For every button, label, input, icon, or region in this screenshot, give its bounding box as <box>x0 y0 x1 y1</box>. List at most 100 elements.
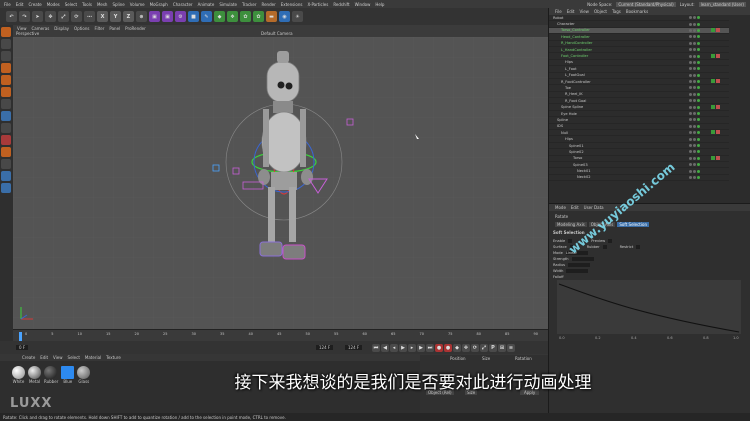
am-menu-edit[interactable]: Edit <box>571 205 579 210</box>
cube-icon[interactable]: ■ <box>188 11 199 22</box>
menu-window[interactable]: Window <box>355 2 371 7</box>
material-white[interactable]: White <box>12 366 25 384</box>
viewport-menu-cameras[interactable]: Cameras <box>32 26 50 31</box>
render-picture-viewer-icon[interactable]: ▣ <box>162 11 173 22</box>
floor-icon[interactable]: ▬ <box>266 11 277 22</box>
material-glass[interactable]: Glass <box>77 366 91 384</box>
pla-key-icon[interactable]: ⊞ <box>498 344 506 352</box>
tag-icons[interactable] <box>711 155 729 161</box>
pen-icon[interactable]: ✎ <box>201 11 212 22</box>
visibility-flags[interactable] <box>689 99 711 103</box>
om-menu-object[interactable]: Object <box>594 9 607 14</box>
visibility-flags[interactable] <box>689 35 711 39</box>
menu-help[interactable]: Help <box>375 2 384 7</box>
material-blue[interactable]: Blue <box>61 366 75 384</box>
snap-icon[interactable] <box>1 147 11 157</box>
edges-mode-icon[interactable] <box>1 75 11 85</box>
workplane-icon[interactable] <box>1 159 11 169</box>
material-menu-create[interactable]: Create <box>22 355 35 360</box>
viewport-menu-options[interactable]: Options <box>74 26 89 31</box>
cloner-icon[interactable]: ✿ <box>240 11 251 22</box>
next-key-icon[interactable]: ▶ <box>417 344 425 352</box>
tab-soft-selection[interactable]: Soft Selection <box>617 222 649 227</box>
menu-mograph[interactable]: MoGraph <box>150 2 168 7</box>
material-menu-texture[interactable]: Texture <box>106 355 121 360</box>
lock-y-button[interactable]: Y <box>110 11 121 22</box>
object-row[interactable]: Neck02 <box>549 175 729 182</box>
layout-select[interactable]: learn_standard (User) <box>698 1 746 7</box>
keyframe-selection-icon[interactable]: ◆ <box>453 344 461 352</box>
visibility-flags[interactable] <box>689 80 711 84</box>
material-menu-select[interactable]: Select <box>68 355 80 360</box>
3d-viewport[interactable] <box>13 37 548 329</box>
uv-mode-icon[interactable] <box>1 99 11 109</box>
visibility-flags[interactable] <box>689 175 711 179</box>
menu-simulate[interactable]: Simulate <box>219 2 237 7</box>
timeline-end-field[interactable]: 124 F <box>345 345 363 350</box>
rubber-checkbox[interactable] <box>602 245 607 249</box>
visibility-flags[interactable] <box>689 73 711 77</box>
lock-z-button[interactable]: Z <box>123 11 134 22</box>
menu-extensions[interactable]: Extensions <box>281 2 303 7</box>
material-menu-view[interactable]: View <box>53 355 63 360</box>
om-menu-edit[interactable]: Edit <box>567 9 575 14</box>
falloff-graph[interactable]: 0.0 0.2 0.4 0.6 0.8 1.0 <box>557 280 747 340</box>
select-icon[interactable]: ➤ <box>32 11 43 22</box>
rotate-icon[interactable]: ⟳ <box>71 11 82 22</box>
tag-icons[interactable] <box>711 104 729 110</box>
menu-render[interactable]: Render <box>261 2 275 7</box>
array-icon[interactable]: ❖ <box>227 11 238 22</box>
tag-icons[interactable] <box>711 53 729 59</box>
deformer-icon[interactable]: ✿ <box>253 11 264 22</box>
axis-mode-icon[interactable] <box>1 111 11 121</box>
material-rubber[interactable]: Rubber <box>44 366 58 384</box>
menu-tracker[interactable]: Tracker <box>242 2 256 7</box>
move-icon[interactable]: ✥ <box>45 11 56 22</box>
subdivision-icon[interactable]: ◆ <box>214 11 225 22</box>
make-editable-icon[interactable] <box>1 27 11 37</box>
om-menu-file[interactable]: File <box>555 9 562 14</box>
visibility-flags[interactable] <box>689 112 711 116</box>
menu-create[interactable]: Create <box>28 2 41 7</box>
planar-workplane-icon[interactable] <box>1 183 11 193</box>
model-mode-icon[interactable] <box>1 39 11 49</box>
record-icon[interactable]: ● <box>435 344 443 352</box>
radius-input[interactable] <box>568 263 591 267</box>
material-menu-edit[interactable]: Edit <box>40 355 48 360</box>
visibility-flags[interactable] <box>689 67 711 71</box>
scale-icon[interactable]: ⤢ <box>58 11 69 22</box>
next-frame-icon[interactable]: ▸ <box>408 344 416 352</box>
visibility-flags[interactable] <box>689 22 711 26</box>
timeline-menu-icon[interactable]: ≡ <box>507 344 515 352</box>
om-menu-bookmarks[interactable]: Bookmarks <box>626 9 648 14</box>
visibility-flags[interactable] <box>689 41 711 45</box>
undo-icon[interactable]: ↶ <box>6 11 17 22</box>
visibility-flags[interactable] <box>689 54 711 58</box>
menu-edit[interactable]: Edit <box>16 2 24 7</box>
param-key-icon[interactable]: P <box>489 344 497 352</box>
viewport-menu-panel[interactable]: Panel <box>109 26 120 31</box>
menu-modes[interactable]: Modes <box>47 2 60 7</box>
visibility-flags[interactable] <box>689 28 711 32</box>
material-menu-material[interactable]: Material <box>85 355 101 360</box>
tag-icons[interactable] <box>711 79 729 84</box>
menu-select[interactable]: Select <box>65 2 77 7</box>
play-icon[interactable]: ▶ <box>399 344 407 352</box>
timeline-current-field[interactable]: 124 F <box>316 345 334 350</box>
visibility-flags[interactable] <box>689 131 711 135</box>
preview-checkbox[interactable] <box>608 239 613 243</box>
redo-icon[interactable]: ↷ <box>19 11 30 22</box>
solo-icon[interactable] <box>1 135 11 145</box>
menu-xparticles[interactable]: X-Particles <box>307 2 328 7</box>
camera-icon[interactable]: ◉ <box>279 11 290 22</box>
coordinate-system-icon[interactable]: ⊕ <box>136 11 147 22</box>
visibility-flags[interactable] <box>689 156 711 160</box>
first-frame-icon[interactable]: ⏮ <box>372 344 380 352</box>
viewport-menu-view[interactable]: View <box>17 26 27 31</box>
am-menu-userdata[interactable]: User Data <box>584 205 604 210</box>
visibility-flags[interactable] <box>689 86 711 90</box>
menu-spline[interactable]: Spline <box>112 2 124 7</box>
tag-icons[interactable] <box>711 27 729 33</box>
visibility-flags[interactable] <box>689 137 711 141</box>
menu-volume[interactable]: Volume <box>130 2 145 7</box>
